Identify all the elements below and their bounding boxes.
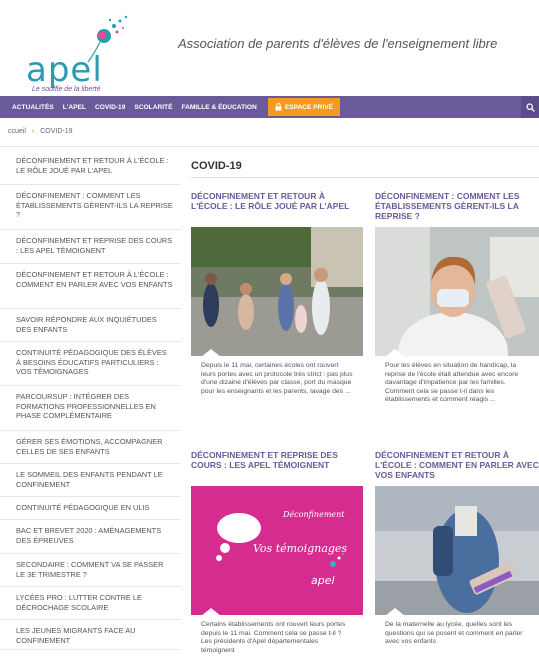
site-header: apel Le souffle de la liberté Associatio… <box>0 0 539 95</box>
card-notch <box>201 608 221 615</box>
sidebar-item[interactable]: SECONDAIRE : COMMENT VA SE PASSER LE 3E … <box>0 554 181 587</box>
chevron-right-icon: › <box>31 128 35 135</box>
article-card[interactable]: DÉCONFINEMENT ET REPRISE DES COURS : LES… <box>191 450 363 659</box>
sidebar-item[interactable]: SAVOIR RÉPONDRE AUX INQUIÉTUDES DES ENFA… <box>0 309 181 342</box>
breadcrumb-current: COVID-19 <box>40 128 73 135</box>
nav-item-famille-education[interactable]: FAMILLE & ÉDUCATION <box>181 104 256 111</box>
sidebar-item[interactable]: LE SOMMEIL DES ENFANTS PENDANT LE CONFIN… <box>0 464 181 497</box>
sidebar-item[interactable]: CONTINUITÉ PÉDAGOGIQUE EN ULIS <box>0 497 181 520</box>
private-space-button[interactable]: ESPACE PRIVÉ <box>267 98 341 116</box>
sidebar: DÉCONFINEMENT ET RETOUR À L'ÉCOLE : LE R… <box>0 150 181 659</box>
card-title[interactable]: DÉCONFINEMENT : COMMENT LES ÉTABLISSEMEN… <box>375 191 539 227</box>
title-divider <box>191 177 539 178</box>
card-title[interactable]: DÉCONFINEMENT ET RETOUR À L'ÉCOLE : COMM… <box>375 450 539 486</box>
sidebar-item[interactable]: DÉCONFINEMENT ET REPRISE DES COURS : LES… <box>0 230 181 264</box>
card-image-testimonials-promo[interactable]: Déconfinement Vos témoignages apel <box>191 486 363 615</box>
sidebar-item[interactable]: DÉCONFINEMENT ET RETOUR À L'ÉCOLE : LE R… <box>0 150 181 185</box>
breadcrumb: ccueil › COVID-19 <box>8 128 73 135</box>
sidebar-item[interactable]: PARCOURSUP : INTÉGRER DES FORMATIONS PRO… <box>0 386 181 431</box>
card-title[interactable]: DÉCONFINEMENT ET REPRISE DES COURS : LES… <box>191 450 363 486</box>
lock-icon <box>275 103 282 111</box>
card-notch <box>385 608 405 615</box>
logo-tagline: Le souffle de la liberté <box>32 86 101 93</box>
sidebar-item[interactable]: GÉRER SES ÉMOTIONS, ACCOMPAGNER CELLES D… <box>0 431 181 464</box>
header-tagline: Association de parents d'élèves de l'ens… <box>178 36 498 51</box>
nav-item-scolarite[interactable]: SCOLARITÉ <box>134 104 172 111</box>
card-title[interactable]: DÉCONFINEMENT ET RETOUR À L'ÉCOLE : LE R… <box>191 191 363 227</box>
card-image-student-backpack[interactable] <box>375 486 539 615</box>
sidebar-item[interactable]: BAC ET BREVET 2020 : AMÉNAGEMENTS DES ÉP… <box>0 520 181 554</box>
main-nav: ACTUALITÉS L'APEL COVID-19 SCOLARITÉ FAM… <box>0 96 539 118</box>
apel-logo[interactable]: apel Le souffle de la liberté <box>22 12 137 94</box>
sidebar-item[interactable]: DÉCONFINEMENT : COMMENT LES ÉTABLISSEMEN… <box>0 185 181 230</box>
private-space-label: ESPACE PRIVÉ <box>284 103 334 111</box>
card-image-school-courtyard[interactable] <box>191 227 363 356</box>
breadcrumb-divider <box>0 146 539 147</box>
card-excerpt: Depuis le 11 mai, certaines écoles ont r… <box>201 362 353 395</box>
nav-item-covid[interactable]: COVID-19 <box>95 104 125 111</box>
logo-wordmark: apel <box>26 50 103 90</box>
article-card[interactable]: DÉCONFINEMENT ET RETOUR À L'ÉCOLE : COMM… <box>375 450 539 659</box>
sidebar-item[interactable]: DÉCONFINEMENT ET RETOUR À L'ÉCOLE : COMM… <box>0 264 181 309</box>
sidebar-item[interactable]: LES JEUNES MIGRANTS FACE AU CONFINEMENT <box>0 620 181 650</box>
card-image-masked-woman[interactable] <box>375 227 539 356</box>
card-excerpt: Pour les élèves en situation de handicap… <box>385 362 519 403</box>
card-notch <box>201 349 221 356</box>
sidebar-item[interactable]: LYCÉES PRO : LUTTER CONTRE LE DÉCROCHAGE… <box>0 587 181 620</box>
article-card[interactable]: DÉCONFINEMENT ET RETOUR À L'ÉCOLE : LE R… <box>191 191 363 426</box>
article-card[interactable]: DÉCONFINEMENT : COMMENT LES ÉTABLISSEMEN… <box>375 191 539 426</box>
promo-title: Déconfinement <box>283 510 345 519</box>
search-icon <box>525 102 535 112</box>
breadcrumb-home[interactable]: ccueil <box>8 128 26 135</box>
promo-subtitle: Vos témoignages <box>253 542 348 555</box>
nav-item-actualites[interactable]: ACTUALITÉS <box>12 104 54 111</box>
card-notch <box>385 349 405 356</box>
search-button[interactable] <box>521 96 539 118</box>
sidebar-item[interactable]: CONTINUITÉ PÉDAGOGIQUE DES ÉLÈVES À BESO… <box>0 342 181 386</box>
page-title: COVID-19 <box>191 160 242 172</box>
card-excerpt: Certains établissements ont rouvert leur… <box>201 621 346 654</box>
promo-brand: apel <box>311 574 335 587</box>
card-excerpt: De la maternelle au lycée, quelles sont … <box>385 621 523 645</box>
nav-item-lapel[interactable]: L'APEL <box>63 104 86 111</box>
